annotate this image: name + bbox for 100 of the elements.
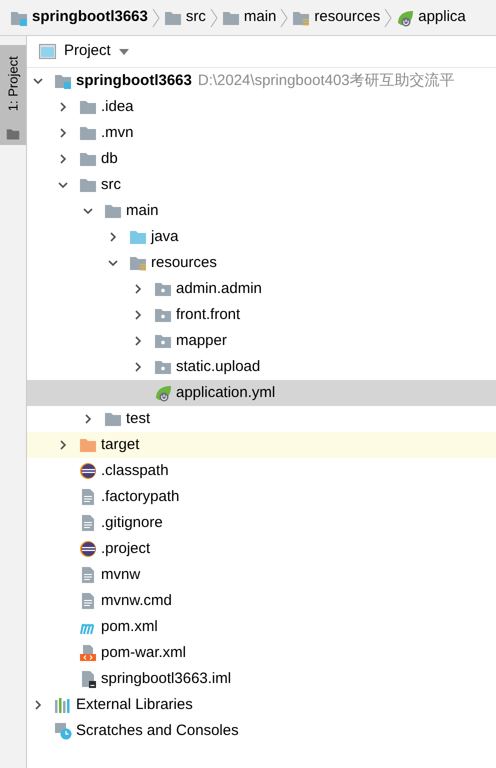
file-name: db <box>101 148 118 169</box>
tree-row[interactable]: .idea <box>27 94 496 120</box>
file-name: pom.xml <box>101 616 158 637</box>
chevron-icon[interactable] <box>133 284 143 294</box>
chevron-icon[interactable] <box>58 102 68 112</box>
chevron-icon[interactable] <box>108 232 118 242</box>
file-name: admin.admin <box>176 278 262 299</box>
file-name: pom-war.xml <box>101 642 186 663</box>
chevron-icon[interactable] <box>33 76 43 86</box>
folder-icon <box>79 98 97 116</box>
folder-icon <box>104 202 122 220</box>
tree-row[interactable]: resources <box>27 250 496 276</box>
folder-icon <box>79 176 97 194</box>
package-folder-icon <box>154 332 172 350</box>
file-name: .idea <box>101 96 134 117</box>
tree-row[interactable]: src <box>27 172 496 198</box>
file-icon <box>79 592 97 610</box>
chevron-icon[interactable] <box>58 180 68 190</box>
tree-row[interactable]: main <box>27 198 496 224</box>
chevron-icon[interactable] <box>133 336 143 346</box>
module-folder-icon <box>54 72 72 90</box>
breadcrumb-item[interactable]: applica <box>418 6 466 29</box>
tree-row[interactable]: .gitignore <box>27 510 496 536</box>
file-name: src <box>101 174 121 195</box>
tree-row[interactable]: .project <box>27 536 496 562</box>
chevron-icon[interactable] <box>33 700 43 710</box>
folder-icon <box>79 124 97 142</box>
chevron-icon[interactable] <box>108 258 118 268</box>
folder-icon <box>79 436 97 454</box>
xml-file-icon <box>79 644 97 662</box>
file-name: .mvn <box>101 122 134 143</box>
file-name: mvnw <box>101 564 140 585</box>
file-icon <box>79 514 97 532</box>
tree-row[interactable]: static.upload <box>27 354 496 380</box>
dropdown-arrow-icon[interactable] <box>118 48 129 54</box>
folder-icon <box>6 127 20 141</box>
folder-icon <box>104 410 122 428</box>
tree-row[interactable]: .factorypath <box>27 484 496 510</box>
tree-row[interactable]: .mvn <box>27 120 496 146</box>
tree-row[interactable]: springbootl3663 D:\2024\springboot403考研互助交流平 <box>27 68 496 94</box>
scratches-icon <box>54 722 72 740</box>
file-name: .factorypath <box>101 486 180 507</box>
tree-row[interactable]: application.yml <box>27 380 496 406</box>
tree-row[interactable]: External Libraries <box>27 692 496 718</box>
folder-icon <box>129 228 147 246</box>
tree-row[interactable]: front.front <box>27 302 496 328</box>
file-name: springbootl3663 <box>76 70 192 91</box>
tree-row[interactable]: .classpath <box>27 458 496 484</box>
breadcrumb-item[interactable]: springbootl3663 <box>32 6 148 29</box>
folder-icon <box>79 150 97 168</box>
breadcrumb-item[interactable]: resources <box>314 6 380 29</box>
tree-row[interactable]: java <box>27 224 496 250</box>
file-name: target <box>101 434 140 455</box>
libraries-icon <box>54 696 72 714</box>
separator-icon <box>152 6 160 28</box>
panel-title[interactable]: Project <box>64 40 111 63</box>
tree-row[interactable]: db <box>27 146 496 172</box>
tree-row[interactable]: mvnw.cmd <box>27 588 496 614</box>
file-name: static.upload <box>176 356 260 377</box>
file-icon <box>79 488 97 506</box>
file-name: .classpath <box>101 460 169 481</box>
chevron-icon[interactable] <box>58 128 68 138</box>
tree-row[interactable]: pom-war.xml <box>27 640 496 666</box>
package-folder-icon <box>154 306 172 324</box>
breadcrumb-item[interactable]: src <box>186 6 206 29</box>
tree-row[interactable]: test <box>27 406 496 432</box>
project-tab[interactable]: 1: Project <box>0 45 26 145</box>
file-name: main <box>126 200 159 221</box>
file-name: External Libraries <box>76 694 193 715</box>
breadcrumb-item[interactable]: main <box>244 6 276 29</box>
file-name: front.front <box>176 304 240 325</box>
chevron-icon[interactable] <box>58 154 68 164</box>
package-folder-icon <box>154 358 172 376</box>
chevron-icon[interactable] <box>133 310 143 320</box>
leaf-icon <box>154 384 172 402</box>
file-name: springbootl3663.iml <box>101 668 232 689</box>
separator-icon <box>210 6 218 28</box>
file-name: resources <box>151 252 217 273</box>
tree-row[interactable]: Scratches and Consoles <box>27 718 496 744</box>
package-folder-icon <box>154 280 172 298</box>
tree-row[interactable]: mvnw <box>27 562 496 588</box>
chevron-icon[interactable] <box>83 206 93 216</box>
tree-row[interactable]: admin.admin <box>27 276 496 302</box>
tree-row[interactable]: springbootl3663.iml <box>27 666 496 692</box>
file-icon <box>79 566 97 584</box>
tree-row[interactable]: mapper <box>27 328 496 354</box>
chevron-icon[interactable] <box>58 440 68 450</box>
module-file-icon <box>79 670 97 688</box>
separator-icon <box>280 6 288 28</box>
file-name: .gitignore <box>101 512 163 533</box>
file-name: application.yml <box>176 382 276 403</box>
tree-row[interactable]: pom.xml <box>27 614 496 640</box>
file-name: Scratches and Consoles <box>76 720 239 741</box>
window-icon <box>39 44 56 59</box>
tree-row[interactable]: target <box>27 432 496 458</box>
separator-icon <box>384 6 392 28</box>
chevron-icon[interactable] <box>83 414 93 424</box>
file-name: test <box>126 408 150 429</box>
eclipse-icon <box>79 540 97 558</box>
chevron-icon[interactable] <box>133 362 143 372</box>
